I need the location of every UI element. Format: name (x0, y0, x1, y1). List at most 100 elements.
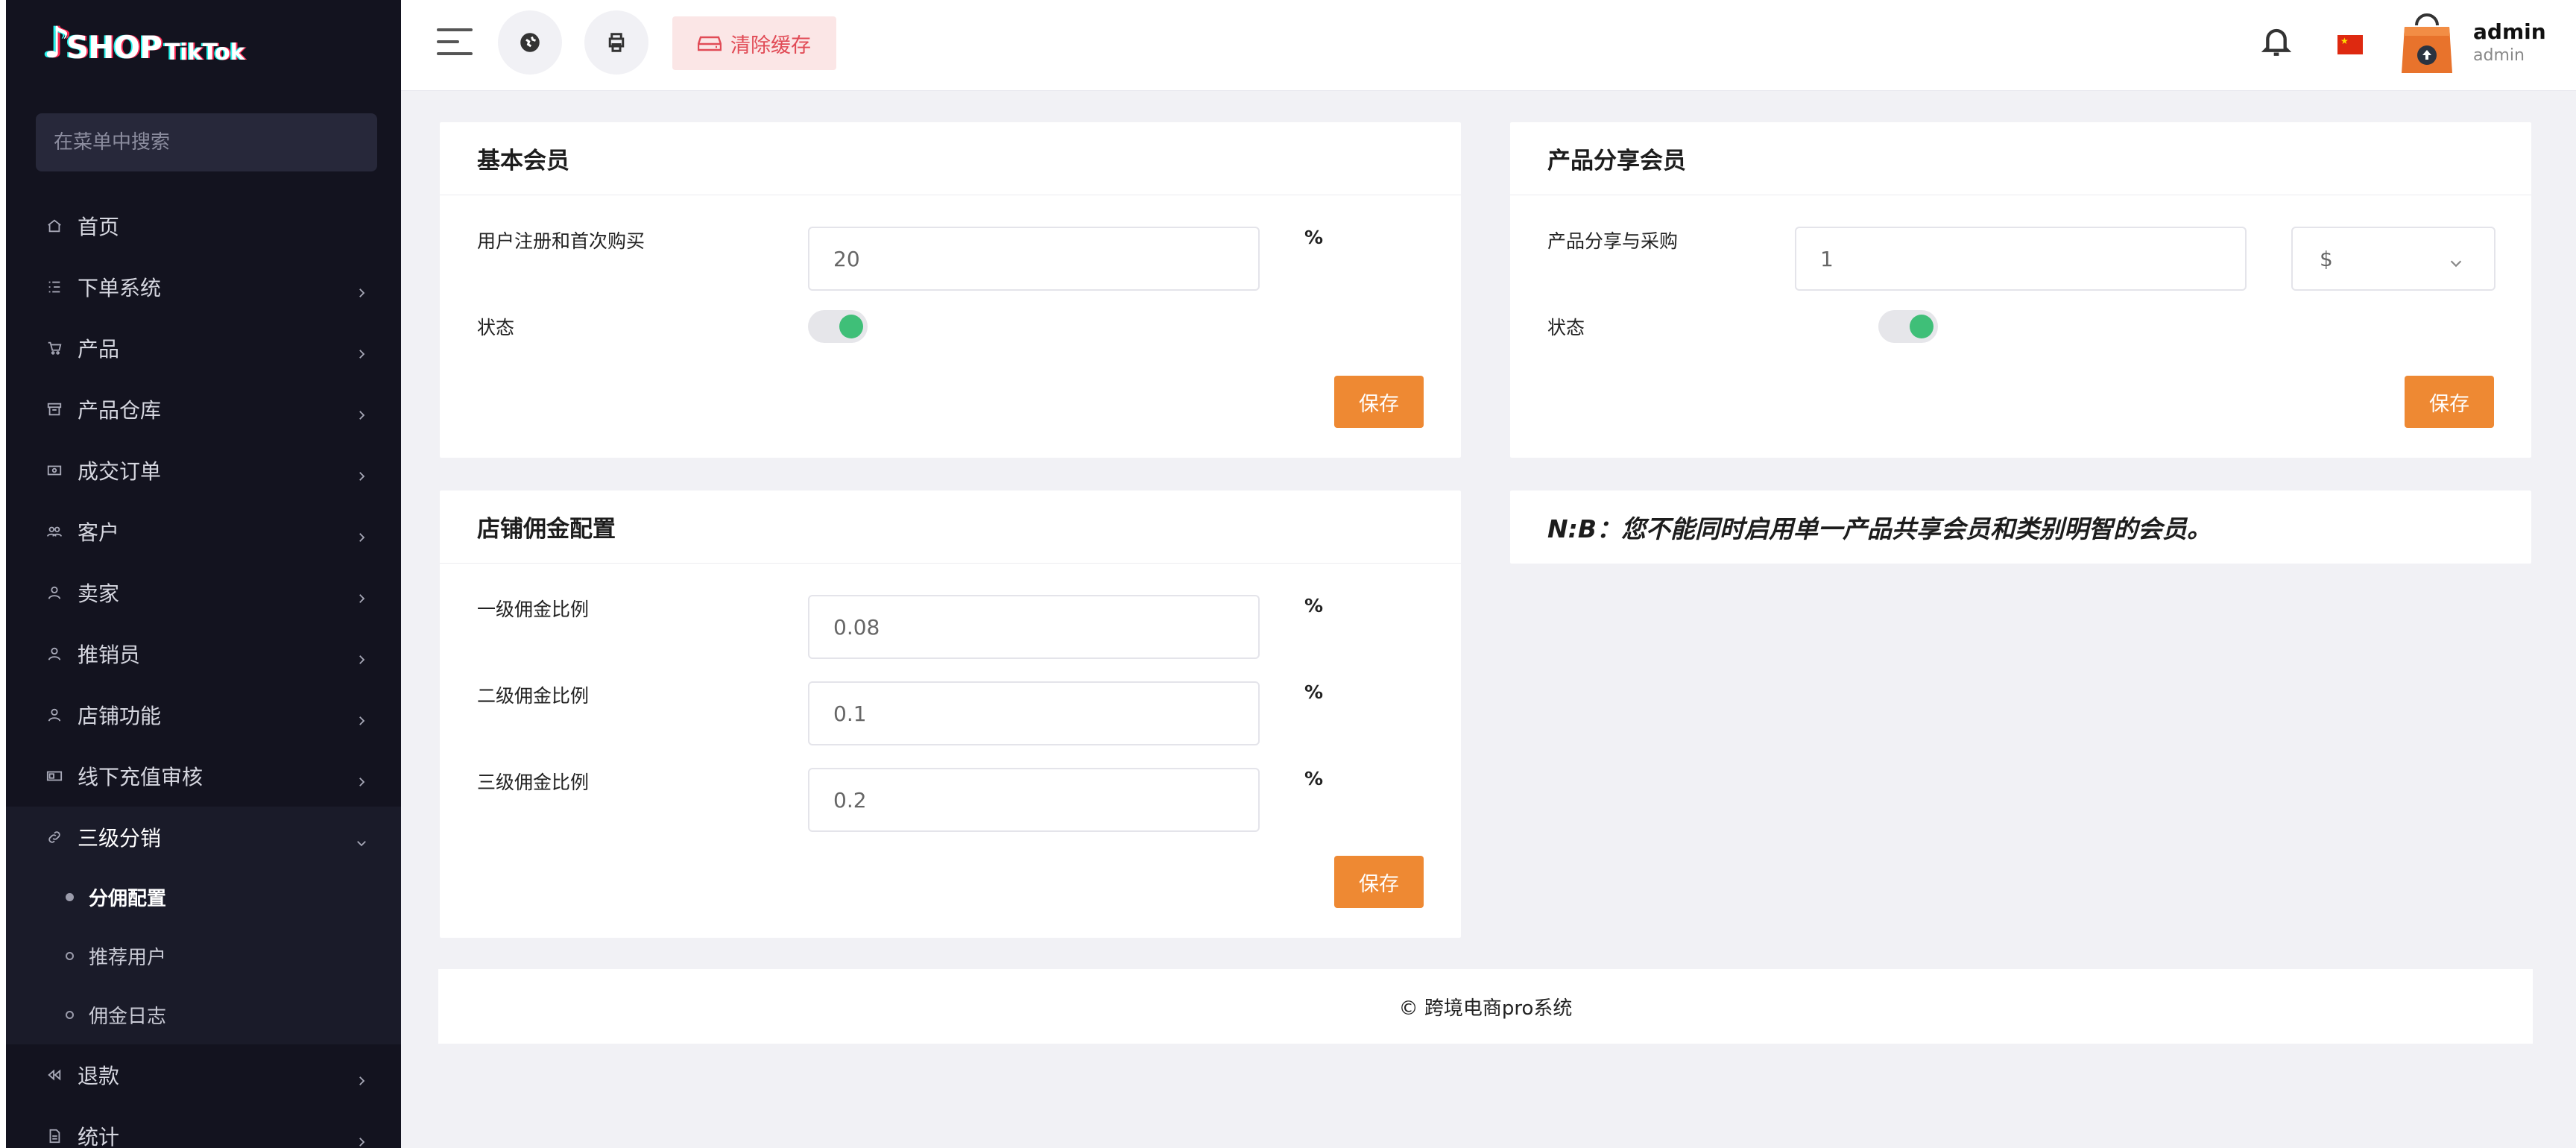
order-icon (45, 461, 64, 480)
chevron-right-icon (355, 1129, 368, 1147)
sidebar-item-orders[interactable]: 成交订单 (6, 440, 401, 501)
sidebar-item-order-system[interactable]: 下单系统 (6, 256, 401, 318)
chevron-down-icon (355, 830, 368, 847)
sidebar-item-offline-recharge[interactable]: 线下充值审核 (6, 745, 401, 807)
chevron-right-icon (355, 464, 368, 481)
chevron-right-icon (355, 586, 368, 603)
sidebar-item-label: 统计 (78, 1125, 120, 1148)
level3-commission-input[interactable] (808, 768, 1260, 832)
print-button[interactable] (584, 10, 648, 75)
bullet-circle-icon (66, 1011, 74, 1019)
save-button[interactable]: 保存 (2405, 376, 2494, 428)
share-purchase-input[interactable] (1795, 227, 2247, 291)
logo-shop-text: SHOP (66, 28, 162, 66)
field-label: 产品分享与采购 (1547, 230, 1679, 252)
chevron-right-icon (355, 403, 368, 420)
submenu-item-commission-log[interactable]: 佣金日志 (6, 985, 401, 1044)
status-toggle[interactable] (808, 310, 868, 343)
level1-commission-input[interactable] (808, 595, 1260, 659)
menu-search-input[interactable] (36, 113, 377, 171)
commission-config-card: 店铺佣金配置 一级佣金比例 % 二级佣金比例 % 三级佣金比例 % 保存 (440, 491, 1461, 938)
note-text: N:B：您不能同时启用单一产品共享会员和类别明智的会员。 (1547, 514, 2212, 543)
currency-select[interactable]: $ (2291, 227, 2496, 291)
footer: © 跨境电商pro系统 (438, 969, 2533, 1044)
sidebar-item-customers[interactable]: 客户 (6, 501, 401, 562)
home-icon (45, 216, 64, 236)
refund-icon (45, 1065, 64, 1085)
china-flag-icon[interactable]: ★ (2337, 35, 2363, 54)
user-icon (45, 583, 64, 602)
user-name[interactable]: admin (2473, 19, 2546, 44)
sidebar-item-warehouse[interactable]: 产品仓库 (6, 379, 401, 440)
sidebar-item-home[interactable]: 首页 (6, 195, 401, 256)
notification-bell-icon[interactable] (2261, 24, 2292, 60)
level2-commission-input[interactable] (808, 681, 1260, 745)
sidebar-item-label: 退款 (78, 1064, 120, 1088)
field-label: 三级佣金比例 (477, 772, 590, 793)
chevron-right-icon (355, 341, 368, 359)
note-card: N:B：您不能同时启用单一产品共享会员和类别明智的会员。 (1510, 491, 2531, 564)
drive-icon (698, 36, 722, 51)
status-label: 状态 (1547, 317, 1585, 338)
save-button[interactable]: 保存 (1334, 856, 1424, 908)
sidebar-item-distribution[interactable]: 三级分销 (6, 807, 401, 868)
sidebar-menu: 首页 下单系统 产品 产品仓库 成交订单 客户 卖家 推销员 店铺功能 线下充值… (6, 195, 401, 1148)
logo-tiktok-text: TikTok (164, 39, 245, 66)
bullet-circle-icon (66, 952, 74, 960)
chevron-right-icon (355, 525, 368, 542)
avatar[interactable] (2399, 9, 2455, 78)
menu-toggle-icon[interactable] (437, 28, 476, 63)
toggle-knob (1910, 315, 1933, 338)
register-purchase-input[interactable] (808, 227, 1260, 291)
sidebar-item-products[interactable]: 产品 (6, 318, 401, 379)
sidebar-item-label: 卖家 (78, 581, 120, 606)
sidebar-item-label: 产品 (78, 337, 120, 362)
bullet-dot-icon (66, 893, 74, 901)
submenu-item-label: 佣金日志 (89, 1006, 167, 1028)
shopping-bag-avatar-icon (2402, 13, 2452, 73)
clear-cache-button[interactable]: 清除缓存 (672, 16, 836, 70)
chevron-right-icon (355, 280, 368, 297)
globe-button[interactable] (498, 10, 562, 75)
sidebar-item-salesmen[interactable]: 推销员 (6, 623, 401, 684)
cash-icon (45, 766, 64, 786)
sidebar-item-refund[interactable]: 退款 (6, 1044, 401, 1106)
sidebar-item-label: 首页 (78, 215, 120, 239)
product-share-card: 产品分享会员 产品分享与采购 $ 状态 保存 (1510, 122, 2531, 458)
sidebar-item-store-functions[interactable]: 店铺功能 (6, 684, 401, 745)
sidebar: ♪ SHOP TikTok 首页 下单系统 产品 产品仓库 成交订单 (6, 0, 401, 1148)
cart-icon (45, 338, 64, 358)
sidebar-item-label: 三级分销 (78, 826, 162, 851)
card-title: 店铺佣金配置 (440, 491, 1461, 564)
printer-icon (608, 33, 625, 52)
user-role: admin (2473, 46, 2525, 65)
sidebar-item-label: 线下充值审核 (78, 765, 203, 789)
submenu-item-referred-users[interactable]: 推荐用户 (6, 927, 401, 985)
card-title: 基本会员 (440, 122, 1461, 195)
globe-icon (520, 33, 540, 52)
submenu-item-commission-config[interactable]: 分佣配置 (6, 868, 401, 927)
submenu-item-label: 分佣配置 (89, 888, 167, 910)
users-icon (45, 522, 64, 541)
unit-label: % (1304, 681, 1324, 703)
status-label: 状态 (477, 317, 515, 338)
sidebar-item-label: 推销员 (78, 643, 141, 667)
sidebar-item-label: 产品仓库 (78, 398, 162, 423)
top-header: 清除缓存 ★ admin admin (401, 0, 2576, 91)
sidebar-item-label: 店铺功能 (78, 704, 162, 728)
sidebar-item-sellers[interactable]: 卖家 (6, 562, 401, 623)
app-logo[interactable]: ♪ SHOP TikTok (43, 13, 245, 81)
clear-cache-label: 清除缓存 (730, 34, 811, 57)
sidebar-item-statistics[interactable]: 统计 (6, 1106, 401, 1148)
chevron-right-icon (355, 1068, 368, 1085)
chevron-right-icon (355, 647, 368, 664)
unit-label: % (1304, 768, 1324, 789)
toggle-knob (839, 315, 863, 338)
status-toggle[interactable] (1878, 310, 1938, 343)
submenu-item-label: 推荐用户 (89, 947, 167, 969)
sidebar-item-label: 成交订单 (78, 459, 162, 484)
unit-label: % (1304, 595, 1324, 616)
chevron-down-icon (2448, 252, 2464, 268)
sidebar-item-label: 客户 (78, 520, 120, 545)
save-button[interactable]: 保存 (1334, 376, 1424, 428)
